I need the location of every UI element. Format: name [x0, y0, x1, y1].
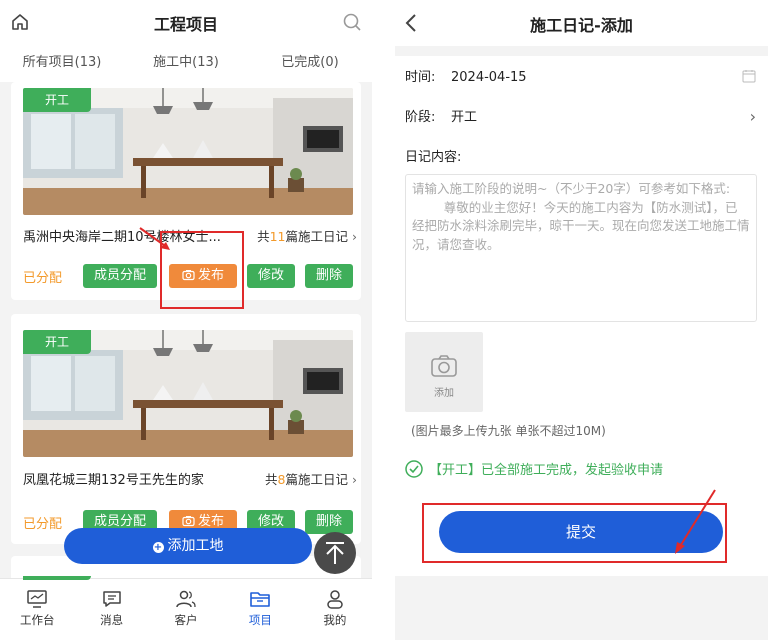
tab-completed[interactable]: 已完成(0) — [248, 44, 372, 82]
tabbar-item-workbench[interactable]: 工作台 — [0, 579, 74, 640]
tabbar-item-mine[interactable]: 我的 — [298, 579, 372, 640]
publish-label: 发布 — [197, 514, 224, 529]
stage-field[interactable]: 阶段: 开工 › — [405, 106, 760, 128]
check-circle-icon — [405, 460, 423, 478]
delete-button[interactable]: 删除 — [305, 264, 353, 288]
bottom-tabbar: 工作台 消息 客户 项目 我的 — [0, 578, 372, 640]
stage-badge: 开工 — [23, 88, 91, 112]
completion-text: 【开工】已全部施工完成，发起验收申请 — [429, 463, 664, 478]
tabbar-label: 消息 — [100, 613, 124, 627]
arrow-annotation — [139, 227, 170, 250]
project-photo: 开工 — [23, 88, 353, 215]
tabbar-item-messages[interactable]: 消息 — [74, 579, 148, 640]
search-icon[interactable] — [342, 12, 362, 32]
assign-status: 已分配 — [23, 517, 63, 532]
project-photo: 开工 — [23, 330, 353, 457]
top-bar: 施工日记-添加 — [395, 0, 768, 46]
delete-button[interactable]: 删除 — [305, 510, 353, 534]
top-bar: 工程项目 — [0, 0, 372, 44]
page-title: 施工日记-添加 — [530, 16, 633, 35]
page-title: 工程项目 — [153, 15, 218, 34]
diary-form: 时间: 2024-04-15 阶段: 开工 › 日记内容: 请输入施工阶段的说明~（… — [395, 56, 768, 576]
edit-button[interactable]: 修改 — [247, 264, 295, 288]
calendar-icon[interactable] — [742, 69, 756, 83]
tab-all-projects[interactable]: 所有项目(13) — [0, 44, 124, 82]
chevron-right-icon: › — [749, 107, 756, 126]
filter-tabs: 所有项目(13) 施工中(13) 已完成(0) — [0, 44, 372, 82]
camera-icon — [182, 516, 195, 527]
content-label: 日记内容: — [405, 150, 462, 165]
monitor-icon — [27, 590, 47, 608]
diary-add-screen: 施工日记-添加 时间: 2024-04-15 阶段: 开工 › 日记内容: 请输入施… — [395, 0, 768, 640]
upload-hint: (图片最多上传九张 单张不超过10M) — [411, 424, 606, 438]
count-prefix: 共 — [257, 229, 270, 244]
diary-content-input[interactable]: 请输入施工阶段的说明~（不少于20字）可参考如下格式: 尊敬的业主您好！今天的施… — [405, 174, 757, 322]
diary-count[interactable]: 共8篇施工日记 › — [265, 469, 357, 488]
stage-label: 阶段: — [405, 110, 436, 125]
time-label: 时间: — [405, 70, 436, 85]
project-card[interactable]: 开工 — [11, 314, 361, 544]
diary-count[interactable]: 共11篇施工日记 › — [257, 226, 357, 245]
tab-in-progress[interactable]: 施工中(13) — [124, 44, 248, 82]
time-value: 2024-04-15 — [451, 70, 527, 85]
completion-request[interactable]: 【开工】已全部施工完成，发起验收申请 — [405, 459, 663, 478]
count-prefix: 共 — [265, 472, 278, 487]
stage-badge: 开工 — [23, 330, 91, 354]
tabbar-label: 我的 — [323, 613, 347, 627]
count-number: 11 — [269, 229, 286, 244]
add-photo-label: 添加 — [434, 388, 454, 399]
chevron-right-icon: › — [352, 472, 357, 487]
arrow-annotation — [675, 489, 716, 554]
plus-icon: + — [152, 542, 164, 553]
add-photo-button[interactable]: 添加 — [405, 332, 483, 412]
time-field[interactable]: 时间: 2024-04-15 — [405, 66, 760, 88]
tabbar-item-customers[interactable]: 客户 — [149, 579, 223, 640]
tabbar-label: 工作台 — [19, 613, 55, 627]
project-list-screen: 工程项目 所有项目(13) 施工中(13) 已完成(0) 开工 禹洲中央海岸二期… — [0, 0, 372, 640]
folder-icon — [250, 592, 271, 607]
arrow-up-icon — [326, 542, 344, 564]
back-to-top-button[interactable] — [314, 532, 356, 574]
users-icon — [176, 590, 196, 608]
camera-icon — [431, 355, 457, 377]
assign-members-button[interactable]: 成员分配 — [83, 264, 157, 288]
add-site-label: 添加工地 — [167, 538, 224, 554]
add-site-button[interactable]: + 添加工地 — [64, 528, 312, 564]
tabbar-label: 客户 — [174, 613, 198, 627]
message-icon — [102, 591, 121, 607]
chevron-right-icon: › — [352, 229, 357, 244]
assign-status: 已分配 — [23, 271, 63, 286]
stage-value: 开工 — [451, 110, 478, 125]
count-suffix: 篇施工日记 — [285, 229, 348, 244]
tabbar-item-projects[interactable]: 项目 — [223, 579, 297, 640]
tabbar-label: 项目 — [248, 613, 272, 627]
count-suffix: 篇施工日记 — [285, 472, 348, 487]
project-address: 凤凰花城三期132号王先生的家 — [23, 473, 204, 488]
stage-badge — [23, 576, 91, 580]
person-icon — [327, 590, 343, 609]
